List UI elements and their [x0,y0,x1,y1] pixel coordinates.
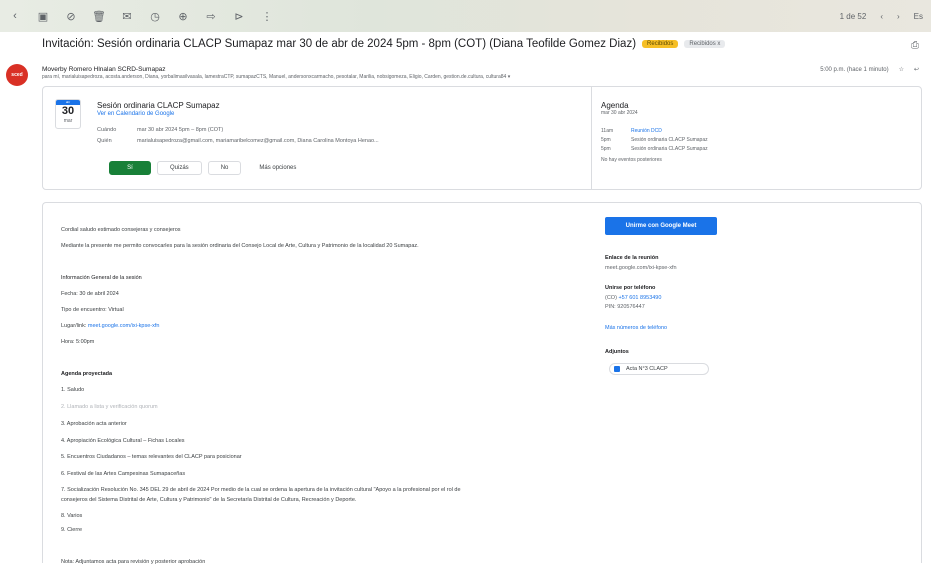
place-line: Lugar/link: meet.google.com/ixi-kpse-xfn [61,323,160,329]
more-phones-link[interactable]: Más números de teléfono [605,325,667,331]
agenda-item[interactable]: 5pm Sesión ordinaria CLACP Sumapaz [601,137,708,143]
agenda-line: 7. Socialización Resolución No. 345 DEL … [61,487,461,493]
labels-icon[interactable]: ⊳ [232,9,246,23]
star-icon[interactable]: ☆ [899,66,904,73]
more-phones-line: Más números de teléfono [605,325,667,331]
event-title: Sesión ordinaria CLACP Sumapaz [97,101,220,110]
agenda-line: 8. Varios [61,513,83,519]
recipients-list[interactable]: para mí, marialuisapedroza, acosta.ander… [42,74,762,80]
more-options-button[interactable]: Más opciones [247,161,309,175]
rsvp-maybe-button[interactable]: Quizás [157,161,202,175]
date-line: Fecha: 30 de abril 2024 [61,291,119,297]
next-page-icon[interactable]: › [897,12,900,21]
report-spam-icon[interactable]: ⊘ [64,9,78,23]
phone-pin: PIN: 920576447 [605,304,645,310]
email-body: Cordial saludo estimado consejeras y con… [42,202,922,565]
delete-icon[interactable]: 🗑 [92,9,106,23]
archive-icon[interactable]: ▣ [36,9,50,23]
agenda-line: consejeros del Sistema Distrital de Arte… [61,497,357,503]
phone-number[interactable]: +57 601 8953490 [618,295,661,301]
page-count: 1 de 52 [839,11,867,21]
agenda-item[interactable]: 11am Reunión DCD [601,128,662,134]
move-to-icon[interactable]: ⇨ [204,9,218,23]
attachments-title: Adjuntos [605,349,629,355]
agenda-heading: Agenda proyectada [61,371,113,377]
reply-icon[interactable]: ↩ [914,66,919,73]
sender-name[interactable]: Moverby Romero Hlnalan SCRD-Sumapaz [42,66,166,73]
agenda-line: 1. Saludo [61,387,85,393]
add-task-icon[interactable]: ⊕ [176,9,190,23]
rsvp-yes-button[interactable]: Sí [109,161,151,175]
join-meet-button[interactable]: Unirme con Google Meet [605,217,717,235]
cal-day: 30 [61,105,75,117]
prev-page-icon[interactable]: ‹ [880,12,883,21]
agenda-title: Agenda [601,101,629,110]
print-icon[interactable]: ⎙ [911,40,919,51]
agenda-line: 6. Festival de las Artes Campesinas Suma… [61,471,186,477]
when-label: Cuándo [97,127,117,133]
calendar-link[interactable]: Ver en Calendario de Google [97,111,174,117]
attachment-chip[interactable]: Acta N°3 CLACP [609,363,709,375]
email-meta: 5:00 p.m. (hace 1 minuto) ☆ ↩ [820,66,919,74]
cal-weekday: mar [63,118,73,124]
attachment-name: Acta N°3 CLACP [626,366,668,372]
phone-title: Unirse por teléfono [605,285,656,291]
more-vert-icon[interactable]: ⋮ [260,9,274,23]
who-value: marialuisapedroza@gmail.com, mariamaribe… [137,138,379,144]
rsvp-no-button[interactable]: No [207,161,242,175]
pagination: 1 de 52 ‹ › Es [840,0,923,32]
meeting-link-value[interactable]: meet.google.com/ixi-kpse-xfn [605,265,677,271]
sender-avatar[interactable]: sced [6,64,28,86]
calendar-invite-card: abr 30 mar Sesión ordinaria CLACP Sumapa… [42,86,922,190]
when-value: mar 30 abr 2024 5pm – 8pm (COT) [137,127,224,133]
agenda-line: 2. Llamado a lista y verificación quorum [61,404,158,410]
email-toolbar: ‹ ▣ ⊘ 🗑 ✉ ◷ ⊕ ⇨ ⊳ ⋮ 1 de 52 ‹ › Es [0,0,931,32]
card-divider [591,87,592,189]
info-title: Información General de la sesión [61,275,142,281]
meet-link[interactable]: meet.google.com/ixi-kpse-xfn [88,323,160,329]
subject-text: Invitación: Sesión ordinaria CLACP Sumap… [42,38,637,50]
email-time: 5:00 p.m. (hace 1 minuto) [820,66,889,73]
intro: Mediante la presente me permito convocar… [61,243,419,249]
mark-unread-icon[interactable]: ✉ [120,9,134,23]
rsvp-buttons: Sí Quizás No Más opciones [109,161,309,175]
importance-label[interactable]: Recibidos [642,40,679,48]
email-subject: Invitación: Sesión ordinaria CLACP Sumap… [42,38,726,50]
agenda-line: 4. Apropiación Ecológica Cultural – Fich… [61,438,185,444]
inbox-label[interactable]: Recibidos x [684,40,726,48]
time-line: Hora: 5:00pm [61,339,95,345]
phone-line: (CO) +57 601 8953490 [605,295,662,301]
greeting: Cordial saludo estimado consejeras y con… [61,227,181,233]
event-who: Quién marialuisapedroza@gmail.com, mariam… [97,138,379,144]
back-arrow-icon[interactable]: ‹ [8,9,22,23]
calendar-date-badge: abr 30 mar [55,99,81,129]
agenda-item[interactable]: 5pm Sesión ordinaria CLACP Sumapaz [601,146,708,152]
agenda-no-more: No hay eventos posteriores [601,157,662,163]
event-when: Cuándo mar 30 abr 2024 5pm – 8pm (COT) [97,127,223,133]
type-line: Tipo de encuentro: Virtual [61,307,124,313]
agenda-line: 5. Encuentros Ciudadanos – temas relevan… [61,454,242,460]
snooze-icon[interactable]: ◷ [148,9,162,23]
note-line: Nota: Adjuntamos acta para revisión y po… [61,559,206,565]
language-label[interactable]: Es [914,12,923,21]
who-label: Quién [97,138,112,144]
agenda-line: 9. Cierre [61,527,83,533]
agenda-date: mar 30 abr 2024 [601,110,638,116]
document-icon [614,366,620,372]
agenda-line: 3. Aprobación acta anterior [61,421,127,427]
meeting-link-title: Enlace de la reunión [605,255,659,261]
